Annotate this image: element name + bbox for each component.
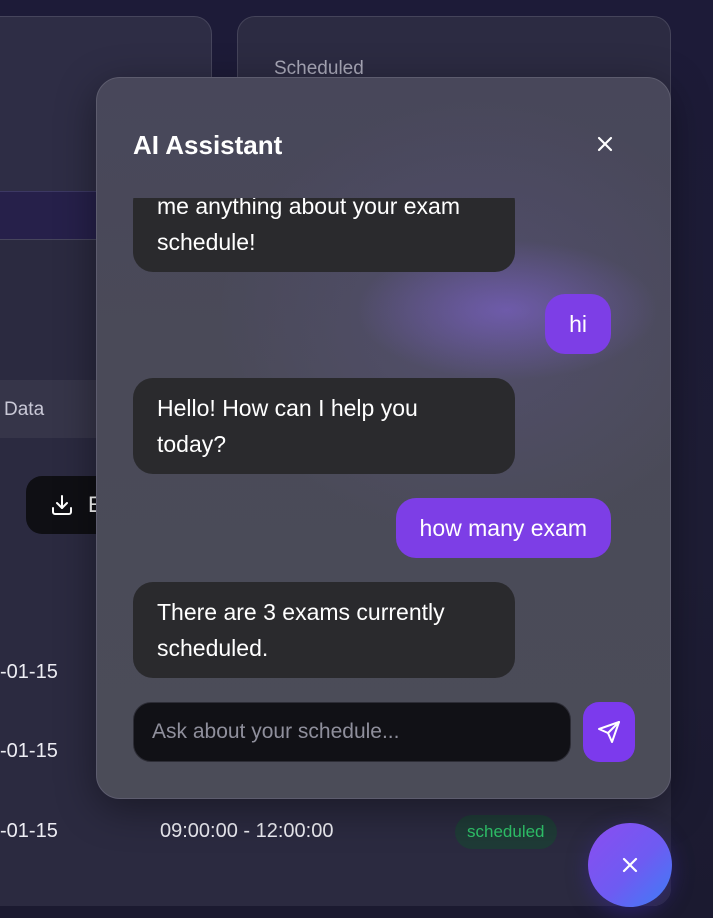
chat-title: AI Assistant bbox=[133, 130, 283, 160]
chat-message-bot: me anything about your exam schedule! bbox=[133, 198, 515, 272]
download-icon bbox=[50, 493, 74, 517]
chat-toggle-button[interactable] bbox=[588, 823, 672, 907]
chat-message-bot: There are 3 exams currently scheduled. bbox=[133, 582, 515, 678]
chat-messages[interactable]: me anything about your exam schedule! hi… bbox=[133, 198, 613, 680]
status-badge: scheduled bbox=[455, 815, 557, 849]
close-icon[interactable] bbox=[591, 130, 619, 158]
chat-message-bot: Hello! How can I help you today? bbox=[133, 378, 515, 474]
table-row-date: -01-15 bbox=[0, 661, 58, 683]
send-icon bbox=[597, 720, 621, 744]
chat-message-user: hi bbox=[545, 294, 611, 354]
chat-input[interactable] bbox=[133, 702, 571, 762]
close-icon bbox=[621, 856, 639, 874]
ai-assistant-modal: AI Assistant me anything about your exam… bbox=[96, 77, 671, 799]
table-row-date: -01-15 bbox=[0, 820, 58, 842]
chat-message-user: how many exam bbox=[395, 498, 611, 558]
table-row-date: -01-15 bbox=[0, 740, 58, 762]
send-button[interactable] bbox=[583, 702, 635, 762]
table-row-time: 09:00:00 - 12:00:00 bbox=[160, 820, 334, 842]
app-root: Scheduled Data E -01-15 -01-15 -01-15 09… bbox=[0, 0, 713, 918]
